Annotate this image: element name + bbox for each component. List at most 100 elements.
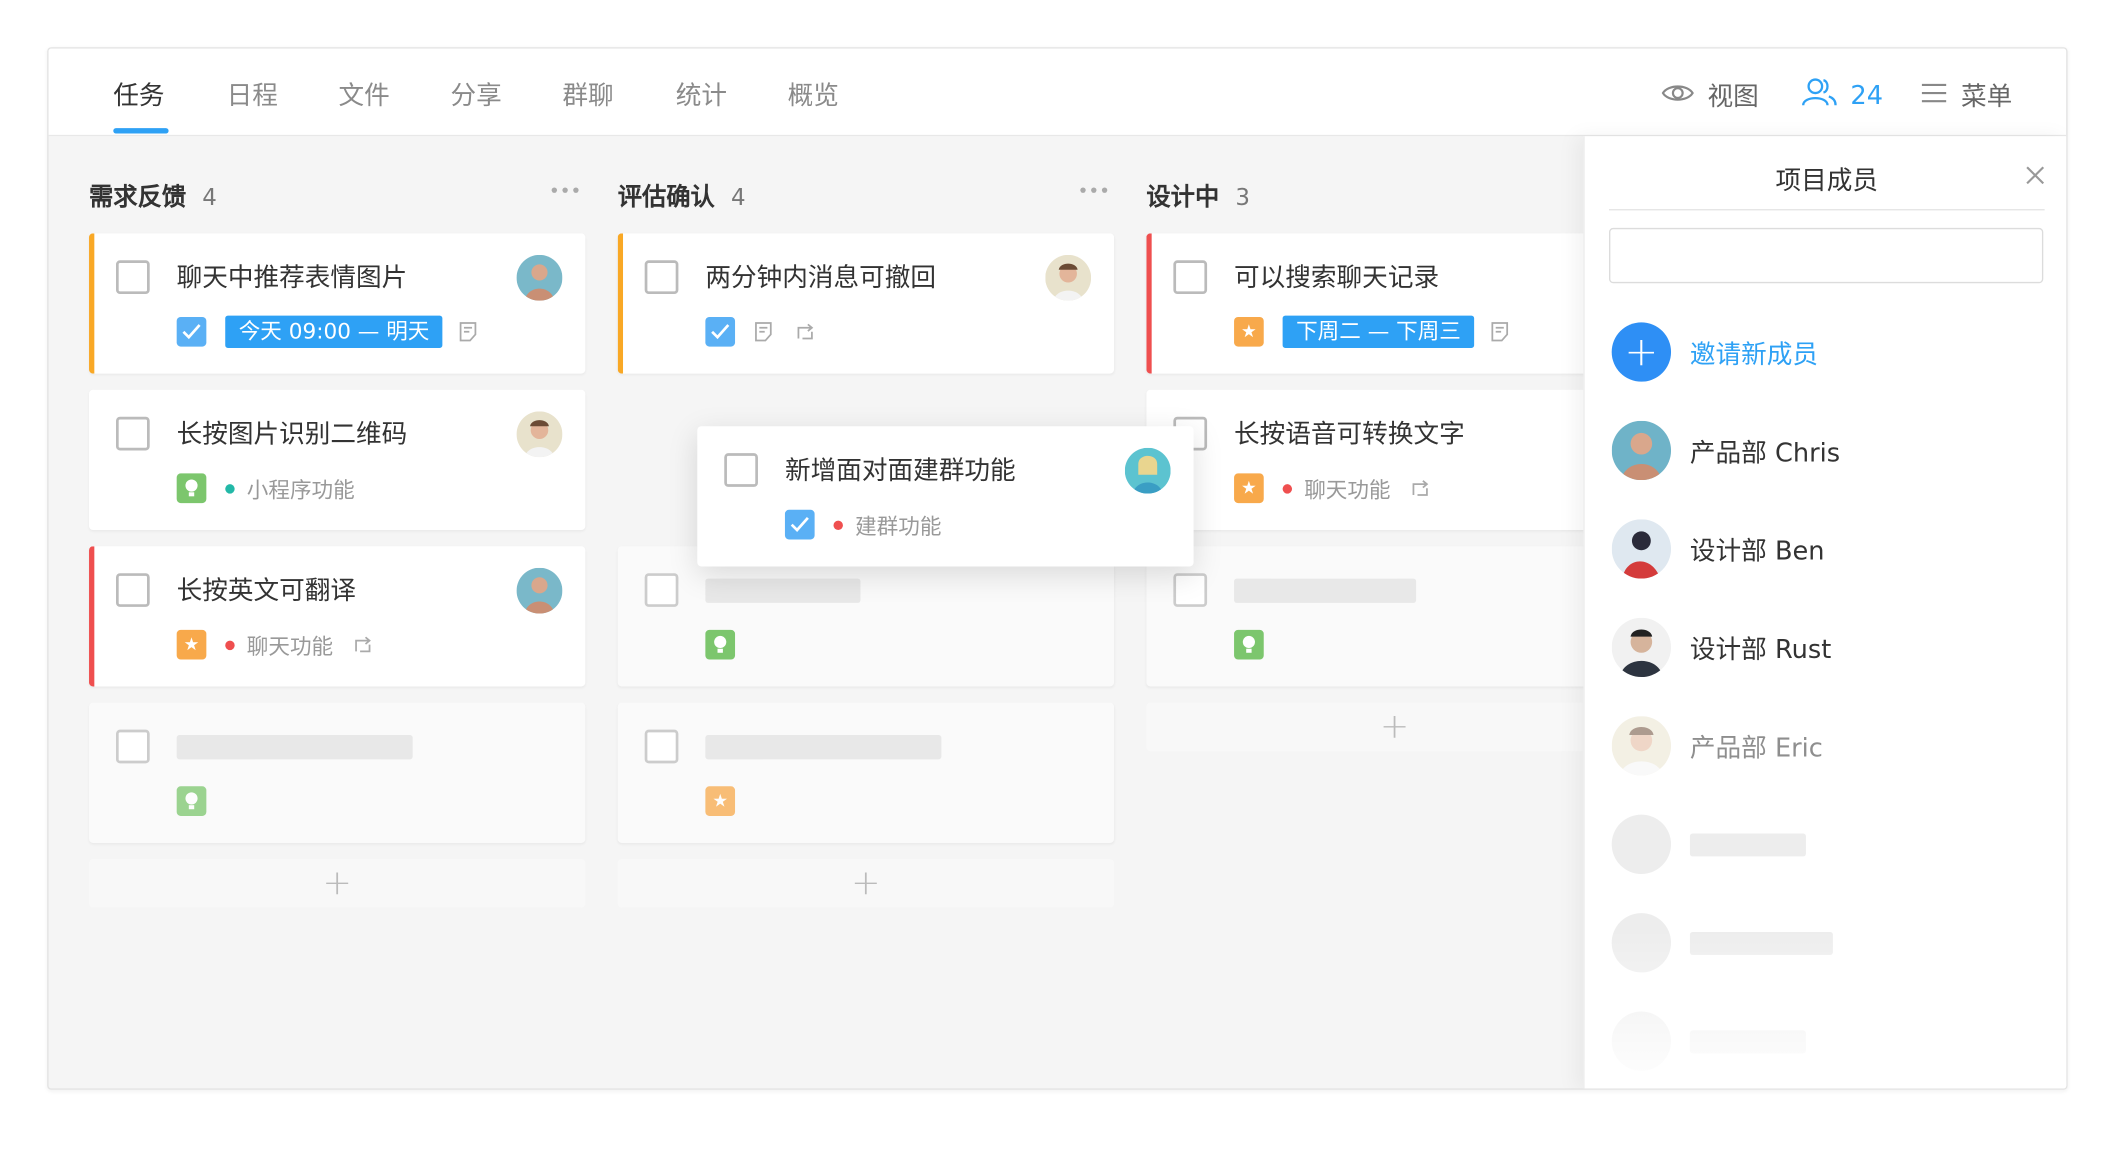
placeholder-bar (1234, 578, 1417, 603)
column-more-icon[interactable] (551, 187, 582, 195)
member-item[interactable]: 产品部 Eric (1611, 716, 1823, 776)
task-checkbox (644, 729, 679, 764)
task-tag: 聊天功能 (1304, 477, 1391, 504)
task-card[interactable]: 长按英文可翻译 ★ 聊天功能 (89, 546, 586, 687)
top-navigation-bar: 任务 日程 文件 分享 群聊 统计 概览 视图 24 菜单 (48, 48, 2067, 137)
tab-schedule[interactable]: 日程 (227, 76, 278, 135)
placeholder-card (89, 702, 586, 843)
users-icon (1802, 77, 1837, 113)
tab-tasks[interactable]: 任务 (113, 76, 164, 135)
plus-icon: + (1379, 706, 1410, 748)
column-header: 需求反馈 4 (89, 178, 217, 213)
placeholder-card (1146, 546, 1643, 687)
repeat-icon (1409, 479, 1431, 498)
due-date-tag[interactable]: 下周二 — 下周三 (1282, 315, 1475, 348)
menu-button[interactable]: 菜单 (1921, 77, 2013, 113)
member-search-input[interactable] (1608, 227, 2044, 284)
placeholder-bar (705, 578, 861, 603)
tag-dot (225, 483, 235, 493)
task-card[interactable]: 长按语音可转换文字 ★ 聊天功能 (1146, 389, 1643, 531)
column-title: 需求反馈 (89, 183, 187, 212)
task-checkbox[interactable] (724, 453, 758, 487)
tab-overview[interactable]: 概览 (788, 76, 839, 135)
column-count: 4 (202, 184, 217, 212)
task-meta: ★ 聊天功能 (1234, 473, 1453, 504)
task-meta: ★ 下周二 — 下周三 (1234, 315, 1531, 348)
task-checkbox[interactable] (115, 260, 150, 295)
member-placeholder (1611, 814, 1806, 874)
add-task-button[interactable]: + (1146, 702, 1643, 752)
note-icon (459, 321, 478, 343)
task-card[interactable]: 可以搜索聊天记录 ★ 下周二 — 下周三 (1146, 233, 1643, 374)
lightbulb-icon (176, 786, 207, 816)
hamburger-icon (1921, 80, 1948, 110)
invite-member-button[interactable]: + 邀请新成员 (1611, 322, 1819, 382)
tab-statistics[interactable]: 统计 (676, 76, 727, 135)
assignee-avatar[interactable] (1045, 254, 1092, 301)
task-meta: ★ 聊天功能 (176, 629, 396, 660)
task-title: 长按英文可翻译 (176, 575, 357, 606)
member-name: 设计部 Rust (1689, 634, 1832, 665)
star-icon: ★ (705, 786, 736, 816)
tab-group-chat[interactable]: 群聊 (562, 76, 613, 135)
column-title: 评估确认 (617, 183, 715, 212)
menu-label: 菜单 (1961, 82, 2013, 112)
task-title: 长按图片识别二维码 (176, 419, 408, 450)
dragged-task-card[interactable]: 新增面对面建群功能 建群功能 (697, 426, 1194, 567)
column-more-icon[interactable] (1080, 187, 1110, 195)
member-item[interactable]: 产品部 Chris (1611, 420, 1841, 481)
task-checkbox[interactable] (115, 573, 150, 607)
task-checkbox[interactable] (644, 260, 679, 295)
task-checkbox[interactable] (115, 416, 150, 451)
member-name: 产品部 Eric (1689, 733, 1823, 763)
close-icon[interactable] (2023, 163, 2047, 187)
tab-share[interactable]: 分享 (450, 76, 501, 135)
view-button[interactable]: 视图 (1661, 77, 1759, 113)
task-card[interactable]: 长按图片识别二维码 小程序功能 (89, 389, 586, 531)
add-task-button[interactable]: + (617, 859, 1115, 908)
view-label: 视图 (1707, 82, 1759, 112)
panel-divider (1608, 209, 2045, 211)
column-header: 评估确认 4 (618, 178, 746, 213)
tag-dot (833, 519, 843, 530)
task-meta: 今天 09:00 — 明天 (176, 315, 500, 348)
task-meta (176, 786, 226, 816)
star-icon: ★ (1234, 473, 1264, 504)
member-name: 产品部 Chris (1689, 437, 1841, 468)
due-date-tag[interactable]: 今天 09:00 — 明天 (225, 315, 443, 348)
checkmark-icon (784, 509, 815, 540)
member-item[interactable]: 设计部 Rust (1611, 617, 1832, 678)
task-tag: 建群功能 (855, 513, 942, 540)
task-title: 长按语音可转换文字 (1234, 419, 1465, 450)
task-meta (1234, 629, 1283, 660)
members-count: 24 (1850, 80, 1884, 110)
app-window: 任务 日程 文件 分享 群聊 统计 概览 视图 24 菜单 需求反馈 4 聊天中… (47, 47, 2068, 1090)
task-title: 聊天中推荐表情图片 (176, 262, 408, 293)
avatar (1611, 716, 1672, 776)
avatar (1611, 420, 1672, 481)
plus-icon: + (322, 863, 352, 904)
member-item[interactable]: 设计部 Ben (1611, 519, 1825, 579)
task-meta: 小程序功能 (176, 473, 355, 504)
note-icon (754, 321, 773, 343)
plus-icon: + (1611, 322, 1672, 382)
task-meta: ★ (705, 786, 754, 816)
panel-fade (1584, 929, 2067, 1089)
lightbulb-icon (705, 629, 736, 660)
task-checkbox[interactable] (1173, 260, 1208, 295)
members-button[interactable]: 24 (1802, 77, 1883, 113)
add-task-button[interactable]: + (89, 859, 586, 908)
invite-label: 邀请新成员 (1689, 339, 1819, 369)
checkmark-icon (176, 316, 207, 347)
task-card[interactable]: 聊天中推荐表情图片 今天 09:00 — 明天 (89, 233, 586, 374)
placeholder-card (617, 546, 1115, 687)
task-checkbox (1173, 573, 1208, 607)
task-card[interactable]: 两分钟内消息可撤回 (617, 233, 1115, 374)
assignee-avatar[interactable] (516, 411, 563, 458)
tab-files[interactable]: 文件 (339, 76, 390, 135)
placeholder-bar (705, 735, 942, 760)
members-panel: 项目成员 + 邀请新成员 产品部 Chris 设计部 Ben 设计部 Rust … (1583, 136, 2067, 1089)
assignee-avatar[interactable] (516, 567, 563, 614)
assignee-avatar[interactable] (1124, 447, 1171, 494)
assignee-avatar[interactable] (516, 254, 563, 301)
